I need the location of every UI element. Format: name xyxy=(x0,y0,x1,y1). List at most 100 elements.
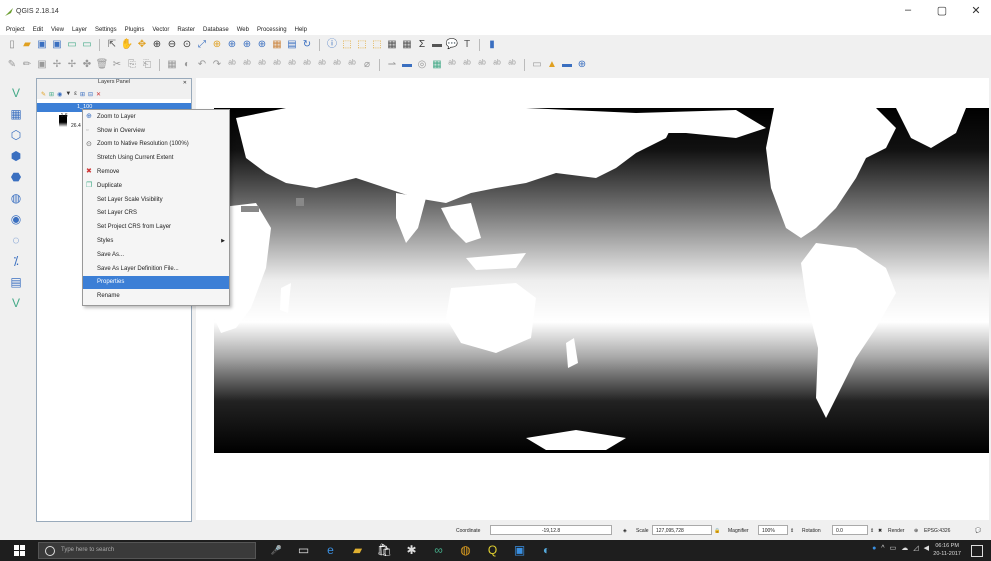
filter-icon[interactable]: ▼ xyxy=(65,91,71,97)
gps-icon[interactable]: ◎ xyxy=(416,59,428,71)
menu-view[interactable]: View xyxy=(51,27,64,33)
menu-item-zoom-to-layer[interactable]: ⊕ Zoom to Layer xyxy=(83,110,229,124)
menu-item-save-as[interactable]: Save As... xyxy=(83,248,229,262)
plugin-icon[interactable]: ᵃᵇ xyxy=(506,59,518,71)
statistics-icon[interactable]: Σ xyxy=(416,39,428,51)
new-print-composer-icon[interactable]: ▭ xyxy=(66,39,78,51)
coordinate-field[interactable]: -19,12.8 xyxy=(490,525,612,535)
new-layer-icon[interactable]: V xyxy=(8,295,24,311)
cloud-icon[interactable]: ☁ xyxy=(901,544,908,552)
add-mssql-layer-icon[interactable]: ⬣ xyxy=(8,169,24,185)
show-hidden-icon[interactable]: ^ xyxy=(881,545,884,552)
microphone-icon[interactable]: 🎤 xyxy=(268,543,285,558)
save-edits-icon[interactable]: ▣ xyxy=(36,59,48,71)
visibility-icon[interactable]: ◉ xyxy=(57,91,62,98)
plugin-icon[interactable]: ᵃᵇ xyxy=(461,59,473,71)
qgis-taskbar-icon[interactable]: Q xyxy=(484,543,501,558)
add-spatialite-layer-icon[interactable]: ⬢ xyxy=(8,148,24,164)
zoom-selection-icon[interactable]: ⊕ xyxy=(211,39,223,51)
toggle-editing-icon[interactable]: ✏ xyxy=(21,59,33,71)
identify-icon[interactable]: ⓘ xyxy=(326,39,338,51)
extents-icon[interactable]: ◈ xyxy=(623,528,627,534)
label-tool-icon[interactable]: ᵃᵇ xyxy=(241,59,253,71)
expand-icon[interactable]: ⊞ xyxy=(80,91,85,98)
menu-item-zoom-native[interactable]: ⊙ Zoom to Native Resolution (100%) xyxy=(83,138,229,152)
menu-item-duplicate[interactable]: ❐ Duplicate xyxy=(83,179,229,193)
user-icon[interactable]: ● xyxy=(872,545,876,552)
label-tool-icon[interactable]: ᵃᵇ xyxy=(316,59,328,71)
label-tool-icon[interactable]: ᵃᵇ xyxy=(346,59,358,71)
menu-item-properties[interactable]: Properties xyxy=(83,275,229,290)
close-button[interactable]: ✕ xyxy=(969,4,983,17)
text-annotation-icon[interactable]: T xyxy=(461,39,473,51)
render-checkbox[interactable]: ✖ xyxy=(878,528,882,534)
open-project-icon[interactable]: ▰ xyxy=(21,39,33,51)
paste-features-icon[interactable]: ⎗ xyxy=(141,59,153,71)
crs-globe-icon[interactable]: ⊕ xyxy=(914,528,918,534)
save-as-icon[interactable]: ▣ xyxy=(51,39,63,51)
plugin-icon[interactable]: ▦ xyxy=(431,59,443,71)
windows-start-icon[interactable] xyxy=(14,545,25,556)
zoom-last-icon[interactable]: ⊕ xyxy=(241,39,253,51)
touch-zoom-icon[interactable]: ⇱ xyxy=(106,39,118,51)
zoom-layer-icon[interactable]: ⊕ xyxy=(226,39,238,51)
magnifier-stepper-icon[interactable]: ⇕ xyxy=(790,528,794,534)
new-bookmark-icon[interactable]: ▤ xyxy=(286,39,298,51)
plugin-icon[interactable]: ▭ xyxy=(531,59,543,71)
link-app-icon[interactable]: ∞ xyxy=(430,543,447,558)
node-tool-icon[interactable]: ✤ xyxy=(81,59,93,71)
label-tool-icon[interactable]: ᵃᵇ xyxy=(226,59,238,71)
menu-item-set-project-crs[interactable]: Set Project CRS from Layer xyxy=(83,220,229,234)
chrome-icon[interactable]: ◍ xyxy=(457,543,474,558)
filter-expression-icon[interactable]: ε xyxy=(74,91,77,97)
panel-close-icon[interactable]: ✕ xyxy=(183,80,187,86)
minimize-button[interactable]: – xyxy=(901,4,915,17)
menu-help[interactable]: Help xyxy=(295,27,307,33)
menu-item-set-layer-crs[interactable]: Set Layer CRS xyxy=(83,207,229,221)
network-icon[interactable]: ◿ xyxy=(913,544,918,552)
save-project-icon[interactable]: ▣ xyxy=(36,39,48,51)
app-icon[interactable]: ◐ xyxy=(538,543,555,558)
label-tool-icon[interactable]: ᵃᵇ xyxy=(286,59,298,71)
plugin-icon[interactable]: ᵃᵇ xyxy=(476,59,488,71)
label-tool-icon[interactable]: ▦ xyxy=(166,59,178,71)
label-tool-icon[interactable]: ↷ xyxy=(211,59,223,71)
plugin-icon[interactable]: ⊕ xyxy=(576,59,588,71)
settings-icon[interactable]: ✱ xyxy=(403,543,420,558)
georef-icon[interactable]: ⇀ xyxy=(386,59,398,71)
deselect-icon[interactable]: ⬚ xyxy=(371,39,383,51)
messages-icon[interactable]: 💬 xyxy=(975,528,981,534)
label-tool-icon[interactable]: ↶ xyxy=(196,59,208,71)
pan-to-selection-icon[interactable]: ✥ xyxy=(136,39,148,51)
label-tool-icon[interactable]: ◐ xyxy=(181,59,193,71)
map-tips-icon[interactable]: 💬 xyxy=(446,39,458,51)
plugin-icon[interactable]: ᵃᵇ xyxy=(491,59,503,71)
scale-field[interactable]: 127,095,728 xyxy=(652,525,712,535)
menu-item-scale-visibility[interactable]: Set Layer Scale Visibility xyxy=(83,193,229,207)
menu-item-remove[interactable]: ✖ Remove xyxy=(83,165,229,179)
app-icon[interactable]: ▣ xyxy=(511,543,528,558)
new-project-icon[interactable]: ▯ xyxy=(6,39,18,51)
add-wfs-layer-icon[interactable]: ◌ xyxy=(8,232,24,248)
remove-layer-icon[interactable]: ✕ xyxy=(96,91,101,98)
magnifier-field[interactable]: 100% xyxy=(758,525,788,535)
zoom-full-icon[interactable]: ⤢ xyxy=(196,39,208,51)
menu-web[interactable]: Web xyxy=(237,27,249,33)
add-feature-icon[interactable]: ✢ xyxy=(66,59,78,71)
add-virtual-layer-icon[interactable]: ▤ xyxy=(8,274,24,290)
lock-icon[interactable]: 🔒 xyxy=(714,528,720,534)
add-group-icon[interactable]: ⊞ xyxy=(49,91,54,98)
label-tool-icon[interactable]: ᵃᵇ xyxy=(301,59,313,71)
label-tool-icon[interactable]: ⌀ xyxy=(361,59,373,71)
select-value-icon[interactable]: ⬚ xyxy=(356,39,368,51)
label-tool-icon[interactable]: ᵃᵇ xyxy=(271,59,283,71)
menu-project[interactable]: Project xyxy=(6,27,25,33)
menu-plugins[interactable]: Plugins xyxy=(125,27,145,33)
plugin-icon[interactable]: ▬ xyxy=(561,59,573,71)
cut-features-icon[interactable]: ✂ xyxy=(111,59,123,71)
task-view-icon[interactable]: ▭ xyxy=(295,543,312,558)
menu-item-stretch-extent[interactable]: Stretch Using Current Extent xyxy=(83,151,229,165)
current-edits-icon[interactable]: ✎ xyxy=(6,59,18,71)
add-delimited-text-icon[interactable]: ⁒ xyxy=(8,253,24,269)
field-calculator-icon[interactable]: ▦ xyxy=(401,39,413,51)
